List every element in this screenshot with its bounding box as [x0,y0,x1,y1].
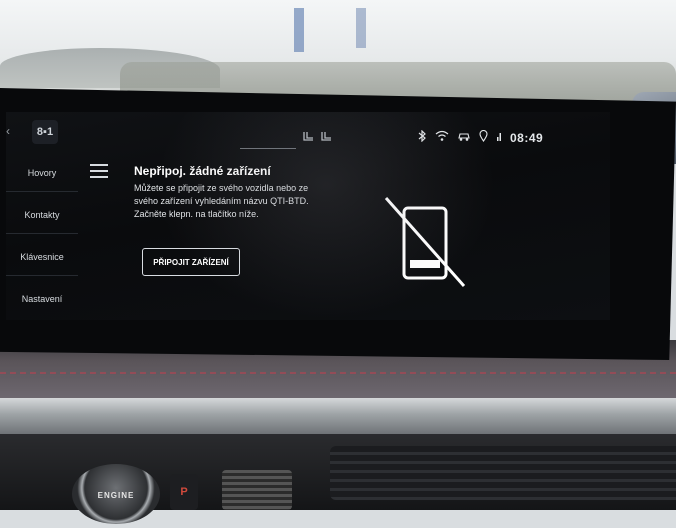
back-chevron-icon[interactable]: ‹ [6,124,10,138]
sidebar-item-label: Nastavení [21,294,63,304]
sidebar-item-contacts[interactable]: Kontakty [6,196,78,234]
sidebar-item-label: Kontakty [24,209,60,220]
connect-device-button[interactable]: PŘIPOJIT ZAŘÍZENÍ [142,248,240,276]
dashboard-trim [0,398,676,434]
speaker-grille [222,470,292,510]
sidebar-item-label: Klávesnice [20,251,64,262]
sidebar-item-settings[interactable]: Nastavení [6,280,78,318]
location-icon [479,129,488,145]
dashboard-stitching [0,372,676,374]
sidebar-item-label: Hovory [27,167,57,178]
infotainment-screen: ‹ 8▪1 08:49 Hovory Kontakty Klávesnice N… [6,112,610,320]
phone-sidebar: Hovory Kontakty Klávesnice Nastavení [6,154,78,320]
clock: 08:49 [510,130,544,145]
sidebar-item-keypad[interactable]: Klávesnice [6,238,78,276]
no-device-description: Můžete se připojit ze svého vozidla nebo… [134,183,309,219]
hamburger-menu-icon[interactable] [90,164,108,178]
wifi-icon [435,130,449,145]
bluetooth-icon [418,129,427,145]
park-button[interactable]: P [170,474,198,510]
no-phone-icon [382,194,468,290]
phone-app-icon[interactable]: 8▪1 [32,120,58,144]
air-vent [330,446,676,500]
signal-icon [496,130,502,145]
background-pole [356,8,366,48]
status-icons: 08:49 [418,129,544,145]
background-pole [294,8,304,52]
sidebar-item-calls[interactable]: Hovory [6,154,78,192]
car-icon [457,130,471,145]
no-device-title: Nepřipoj. žádné zařízení [134,164,271,178]
seat-heating-icon[interactable] [302,130,336,147]
status-divider [240,148,296,149]
engine-start-button[interactable]: ENGINE [72,464,160,524]
